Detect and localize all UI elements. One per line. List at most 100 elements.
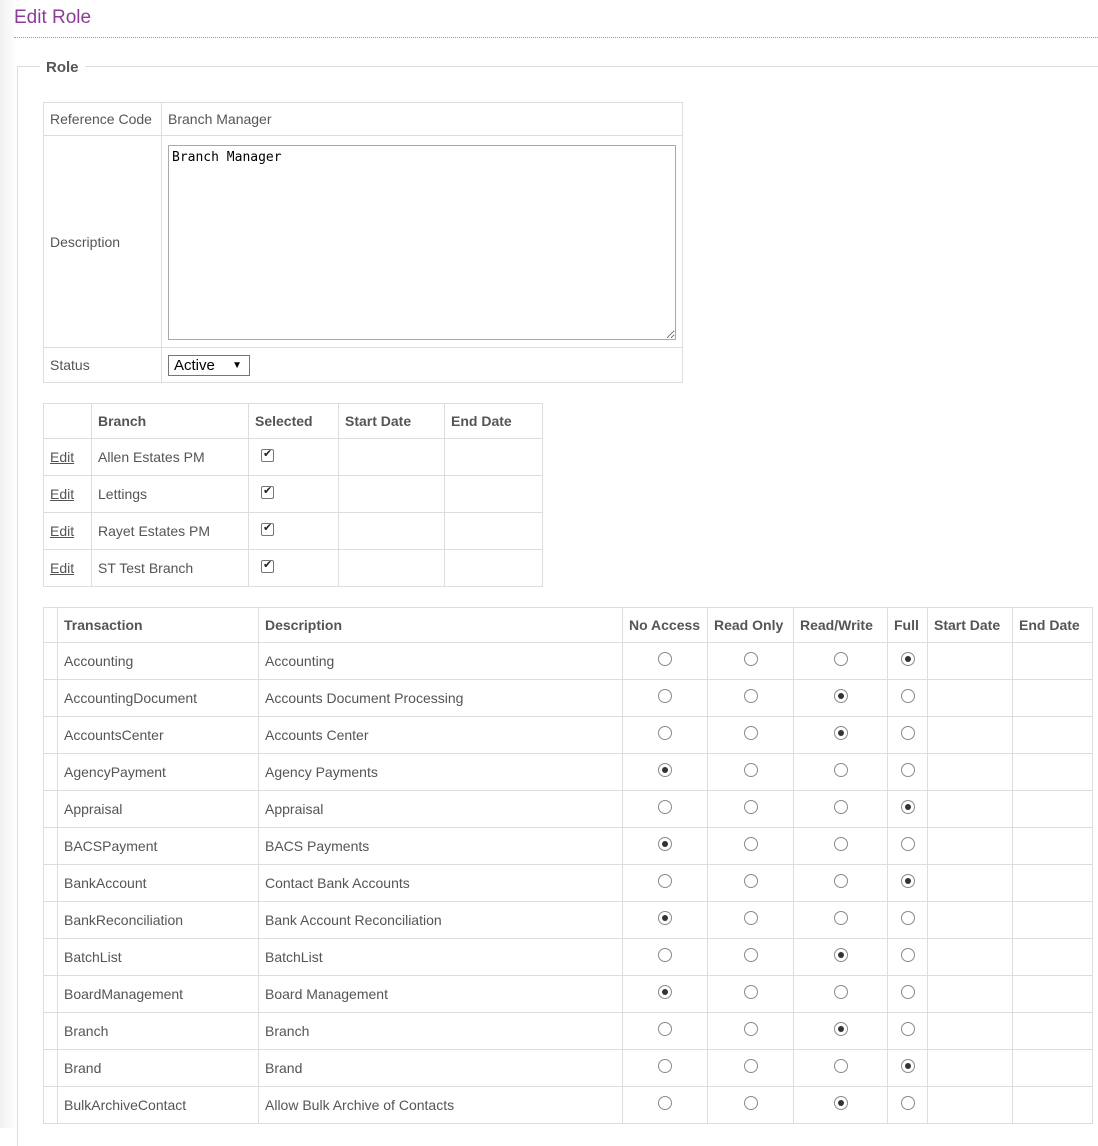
branch-selected-checkbox[interactable] [261, 558, 274, 573]
access-radio-full[interactable] [900, 837, 915, 852]
branch-name: Lettings [91, 475, 249, 513]
branch-end-date [444, 438, 543, 476]
transaction-start-date [927, 827, 1013, 865]
access-radio-full[interactable] [900, 1096, 915, 1111]
access-radio-read-write[interactable] [833, 763, 848, 778]
branch-edit-link[interactable]: Edit [50, 486, 74, 502]
access-radio-read-write[interactable] [833, 948, 848, 963]
access-radio-read-write[interactable] [833, 1022, 848, 1037]
branch-edit-cell: Edit [43, 438, 92, 476]
transaction-start-date [927, 901, 1013, 939]
access-radio-no-access[interactable] [658, 911, 672, 926]
access-cell [707, 642, 794, 680]
access-radio-read-only[interactable] [743, 726, 758, 741]
transaction-col-header: Transaction [57, 607, 259, 643]
transaction-end-date [1012, 1049, 1093, 1087]
access-radio-read-write[interactable] [833, 911, 848, 926]
access-radio-read-only[interactable] [743, 689, 758, 704]
access-radio-read-only[interactable] [743, 652, 758, 667]
transaction-col-header: Read Only [707, 607, 794, 643]
access-radio-full[interactable] [900, 800, 915, 815]
transaction-start-date [927, 1049, 1013, 1087]
access-radio-read-only[interactable] [743, 985, 758, 1000]
access-radio-full[interactable] [900, 1022, 915, 1037]
branch-selected-cell [248, 512, 339, 550]
access-radio-full[interactable] [900, 911, 915, 926]
branch-selected-checkbox[interactable] [261, 521, 274, 536]
access-radio-read-only[interactable] [743, 1022, 758, 1037]
reference-code-row: Reference Code Branch Manager [43, 102, 683, 136]
access-radio-read-only[interactable] [743, 800, 758, 815]
row-gutter [43, 790, 58, 828]
access-radio-full[interactable] [900, 948, 915, 963]
access-radio-full[interactable] [900, 874, 915, 889]
transaction-col-header [43, 607, 58, 643]
row-gutter [43, 679, 58, 717]
access-radio-read-only[interactable] [743, 948, 758, 963]
access-radio-full[interactable] [900, 689, 915, 704]
access-radio-no-access[interactable] [658, 652, 672, 667]
access-radio-read-write[interactable] [833, 1096, 848, 1111]
access-radio-read-write[interactable] [833, 874, 848, 889]
access-radio-no-access[interactable] [658, 837, 672, 852]
transaction-start-date [927, 1086, 1013, 1124]
access-radio-read-write[interactable] [833, 837, 848, 852]
access-radio-read-only[interactable] [743, 1096, 758, 1111]
access-cell [707, 1012, 794, 1050]
access-radio-no-access[interactable] [658, 874, 672, 889]
branch-edit-link[interactable]: Edit [50, 523, 74, 539]
branch-selected-checkbox[interactable] [261, 447, 274, 462]
access-radio-no-access[interactable] [658, 689, 672, 704]
branch-edit-link[interactable]: Edit [50, 449, 74, 465]
access-cell [707, 975, 794, 1013]
access-radio-no-access[interactable] [658, 948, 672, 963]
access-radio-no-access[interactable] [658, 1096, 672, 1111]
access-radio-read-only[interactable] [743, 911, 758, 926]
description-textarea[interactable]: Branch Manager [168, 144, 676, 340]
access-cell [887, 753, 928, 791]
transaction-description: Contact Bank Accounts [258, 864, 623, 902]
access-radio-read-write[interactable] [833, 726, 848, 741]
access-cell [887, 901, 928, 939]
branch-edit-link[interactable]: Edit [50, 560, 74, 576]
access-radio-read-only[interactable] [743, 837, 758, 852]
access-radio-no-access[interactable] [658, 1059, 672, 1074]
access-radio-read-write[interactable] [833, 985, 848, 1000]
transaction-name: Appraisal [57, 790, 259, 828]
access-radio-read-write[interactable] [833, 1059, 848, 1074]
branch-col-header: Branch [91, 403, 249, 439]
transaction-start-date [927, 716, 1013, 754]
access-cell [887, 1049, 928, 1087]
access-radio-full[interactable] [900, 652, 915, 667]
branch-name: Rayet Estates PM [91, 512, 249, 550]
access-radio-full[interactable] [900, 763, 915, 778]
transaction-start-date [927, 864, 1013, 902]
transaction-end-date [1012, 753, 1093, 791]
access-radio-full[interactable] [900, 726, 915, 741]
transaction-description: Brand [258, 1049, 623, 1087]
branch-selected-checkbox[interactable] [261, 484, 274, 499]
access-radio-read-write[interactable] [833, 800, 848, 815]
access-radio-read-only[interactable] [743, 874, 758, 889]
access-cell [707, 679, 794, 717]
access-cell [793, 901, 888, 939]
access-radio-no-access[interactable] [658, 800, 672, 815]
access-radio-read-write[interactable] [833, 652, 848, 667]
transaction-name: BankReconciliation [57, 901, 259, 939]
row-gutter [43, 975, 58, 1013]
transaction-row: Accounting Accounting [43, 642, 1093, 680]
access-radio-full[interactable] [900, 985, 915, 1000]
access-radio-read-write[interactable] [833, 689, 848, 704]
branch-table: Branch Selected Start Date End Date Edit All… [43, 403, 543, 587]
transaction-row: BankReconciliation Bank Account Reconcili… [43, 901, 1093, 939]
row-gutter [43, 938, 58, 976]
access-radio-no-access[interactable] [658, 1022, 672, 1037]
access-radio-full[interactable] [900, 1059, 915, 1074]
access-radio-no-access[interactable] [658, 763, 672, 778]
status-select[interactable]: Active ▼ [168, 354, 250, 376]
access-cell [793, 716, 888, 754]
access-radio-read-only[interactable] [743, 763, 758, 778]
access-radio-no-access[interactable] [658, 985, 672, 1000]
access-radio-read-only[interactable] [743, 1059, 758, 1074]
access-radio-no-access[interactable] [658, 726, 672, 741]
